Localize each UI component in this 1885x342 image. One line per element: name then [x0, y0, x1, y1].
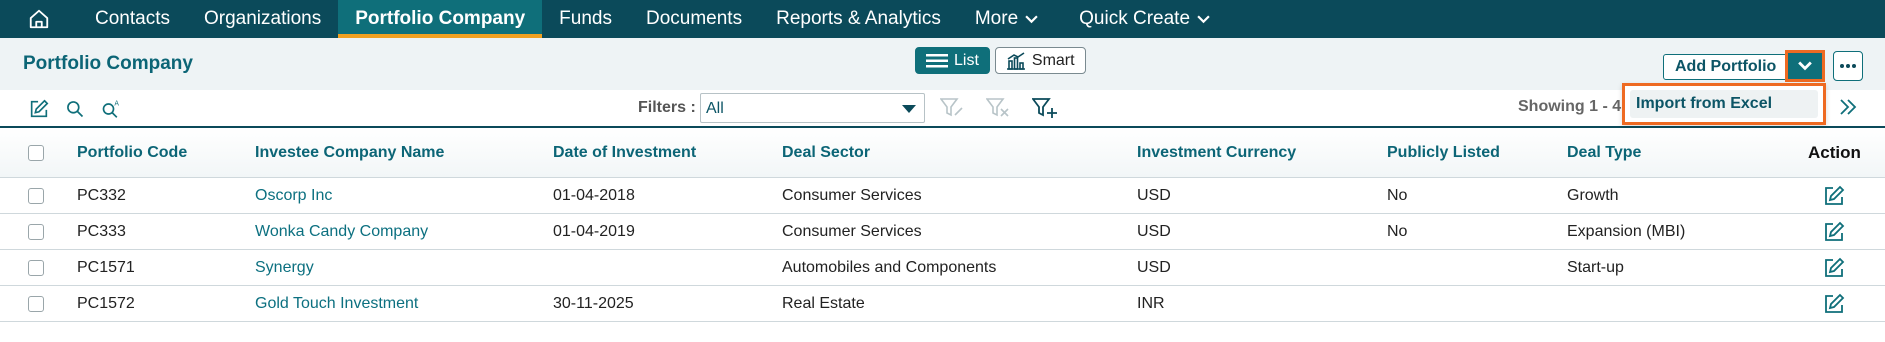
nav-more[interactable]: More	[958, 0, 1062, 38]
chevron-down-icon	[1798, 61, 1812, 71]
list-icon	[926, 53, 948, 67]
edit-filter-icon[interactable]	[940, 97, 964, 119]
table-row: PC332 Oscorp Inc 01-04-2018 Consumer Ser…	[0, 178, 1885, 214]
list-view-button[interactable]: List	[915, 47, 990, 74]
deal-sector: Real Estate	[782, 294, 865, 312]
company-link[interactable]: Wonka Candy Company	[255, 214, 428, 249]
home-icon	[29, 9, 49, 29]
add-options-dropdown-button[interactable]	[1785, 50, 1825, 82]
table-row: PC1572 Gold Touch Investment 30-11-2025 …	[0, 286, 1885, 322]
table-header: Portfolio Code Investee Company Name Dat…	[0, 128, 1885, 178]
deal-type: Start-up	[1567, 258, 1624, 276]
edit-icon	[1825, 185, 1845, 205]
home-button[interactable]	[0, 0, 78, 38]
deal-sector: Automobiles and Components	[782, 258, 997, 276]
select-all-checkbox[interactable]	[28, 144, 44, 161]
toolbar-icons: A	[28, 98, 122, 120]
row-checkbox[interactable]	[28, 187, 44, 204]
column-header[interactable]: Portfolio Code	[77, 128, 187, 177]
import-from-excel-menu-item[interactable]: Import from Excel	[1630, 90, 1818, 118]
add-portfolio-button[interactable]: Add Portfolio	[1663, 54, 1789, 80]
publicly-listed: No	[1387, 186, 1408, 204]
advanced-search-icon: A	[102, 100, 119, 118]
top-nav: Contacts Organizations Portfolio Company…	[0, 0, 1885, 38]
deal-sector: Consumer Services	[782, 186, 922, 204]
add-filter-icon[interactable]	[1032, 97, 1058, 119]
edit-icon	[30, 99, 49, 118]
row-edit-button[interactable]	[1822, 214, 1846, 249]
investment-currency: USD	[1137, 258, 1171, 276]
column-header: Action	[1808, 142, 1861, 162]
row-checkbox[interactable]	[28, 223, 44, 240]
add-options-menu: Import from Excel	[1622, 83, 1826, 125]
deal-type: Growth	[1567, 186, 1619, 204]
nav-organizations[interactable]: Organizations	[187, 0, 338, 38]
page-title: Portfolio Company	[23, 53, 193, 74]
edit-icon	[1825, 293, 1845, 313]
nav-documents[interactable]: Documents	[629, 0, 759, 38]
edit-button[interactable]	[28, 98, 50, 120]
ellipsis-icon	[1840, 64, 1856, 68]
column-header[interactable]: Investment Currency	[1137, 128, 1296, 177]
list-toolbar: A Filters : All Showing 1 - 4	[0, 90, 1885, 128]
nav-reports-analytics[interactable]: Reports & Analytics	[759, 0, 958, 38]
advanced-search-button[interactable]: A	[100, 98, 122, 120]
filters-label: Filters :	[638, 99, 696, 116]
portfolio-code: PC333	[77, 222, 126, 240]
edit-icon	[1825, 257, 1845, 277]
nav-portfolio-company[interactable]: Portfolio Company	[338, 0, 543, 38]
investment-currency: INR	[1137, 294, 1165, 312]
filter-select[interactable]: All	[700, 93, 925, 123]
investment-date: 30-11-2025	[553, 294, 634, 312]
caret-down-icon	[902, 105, 916, 113]
column-header[interactable]: Publicly Listed	[1387, 128, 1500, 177]
company-link[interactable]: Synergy	[255, 250, 314, 285]
row-checkbox[interactable]	[28, 259, 44, 276]
column-header[interactable]: Deal Type	[1567, 128, 1641, 177]
record-count: Showing 1 - 4	[1518, 98, 1622, 115]
double-chevron-right-icon	[1840, 99, 1857, 115]
nav-contacts[interactable]: Contacts	[78, 0, 187, 38]
column-header[interactable]: Date of Investment	[553, 128, 696, 177]
view-toggle: List Smart	[915, 47, 1086, 74]
filter-actions	[940, 97, 1058, 119]
deal-type: Expansion (MBI)	[1567, 222, 1686, 240]
investment-currency: USD	[1137, 222, 1171, 240]
publicly-listed: No	[1387, 222, 1408, 240]
company-link[interactable]: Oscorp Inc	[255, 178, 332, 213]
row-edit-button[interactable]	[1822, 178, 1846, 213]
portfolio-code: PC332	[77, 186, 126, 204]
column-header[interactable]: Investee Company Name	[255, 128, 444, 177]
portfolio-code: PC1571	[77, 258, 135, 276]
deal-sector: Consumer Services	[782, 222, 922, 240]
filter-value: All	[706, 100, 724, 117]
company-link[interactable]: Gold Touch Investment	[255, 286, 418, 321]
table-row: PC1571 Synergy Automobiles and Component…	[0, 250, 1885, 286]
clear-filter-icon[interactable]	[986, 97, 1010, 119]
investment-currency: USD	[1137, 186, 1171, 204]
page-header: Portfolio Company List Smart Add Portfol…	[0, 38, 1885, 90]
portfolio-code: PC1572	[77, 294, 135, 312]
row-edit-button[interactable]	[1822, 286, 1846, 321]
row-edit-button[interactable]	[1822, 250, 1846, 285]
investment-date: 01-04-2018	[553, 186, 635, 204]
investment-date: 01-04-2019	[553, 222, 635, 240]
next-page-button[interactable]	[1838, 96, 1858, 123]
search-button[interactable]	[64, 98, 86, 120]
nav-quick-create[interactable]: Quick Create	[1062, 0, 1227, 38]
more-options-button[interactable]	[1833, 51, 1863, 81]
column-header[interactable]: Deal Sector	[782, 128, 870, 177]
smart-view-button[interactable]: Smart	[994, 47, 1086, 74]
chevron-down-icon	[1197, 14, 1210, 23]
svg-text:A: A	[114, 100, 119, 108]
row-checkbox[interactable]	[28, 295, 44, 312]
nav-funds[interactable]: Funds	[542, 0, 629, 38]
table-row: PC333 Wonka Candy Company 01-04-2019 Con…	[0, 214, 1885, 250]
chart-icon	[1006, 51, 1025, 70]
search-icon	[67, 101, 84, 118]
edit-icon	[1825, 221, 1845, 241]
portfolio-table: Portfolio Code Investee Company Name Dat…	[0, 128, 1885, 322]
chevron-down-icon	[1025, 14, 1038, 23]
